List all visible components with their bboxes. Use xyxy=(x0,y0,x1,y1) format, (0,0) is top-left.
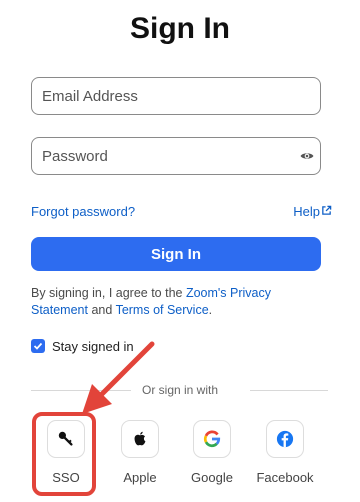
email-field[interactable] xyxy=(31,77,321,115)
apple-button[interactable]: Apple xyxy=(105,420,175,485)
facebook-icon xyxy=(276,430,294,448)
divider-right xyxy=(250,390,328,391)
google-icon xyxy=(203,430,221,448)
google-button[interactable]: Google xyxy=(177,420,247,485)
apple-icon-box[interactable] xyxy=(121,420,159,458)
google-icon-box[interactable] xyxy=(193,420,231,458)
sign-in-page: Sign In Forgot password? Help Sign In By… xyxy=(0,0,360,502)
stay-signed-in[interactable]: Stay signed in xyxy=(31,338,134,354)
forgot-password-link[interactable]: Forgot password? xyxy=(31,204,135,219)
checkmark-icon xyxy=(33,342,43,350)
apple-label: Apple xyxy=(123,470,157,485)
terms-of-service-link[interactable]: Terms of Service xyxy=(116,303,209,317)
terms-prefix: By signing in, I agree to the xyxy=(31,286,186,300)
apple-icon xyxy=(134,431,146,446)
terms-suffix: . xyxy=(208,303,213,317)
email-input[interactable] xyxy=(32,78,282,114)
sign-in-button[interactable]: Sign In xyxy=(31,237,321,271)
sso-highlight-box xyxy=(32,412,96,496)
terms-text: By signing in, I agree to the Zoom's Pri… xyxy=(31,285,326,319)
eye-icon[interactable] xyxy=(300,149,314,163)
stay-signed-in-checkbox[interactable] xyxy=(31,339,45,353)
page-title: Sign In xyxy=(130,12,230,45)
facebook-button[interactable]: Facebook xyxy=(250,420,320,485)
google-label: Google xyxy=(191,470,233,485)
facebook-icon-box[interactable] xyxy=(266,420,304,458)
help-link[interactable]: Help xyxy=(293,204,320,219)
password-field[interactable] xyxy=(31,137,321,175)
terms-middle: and xyxy=(87,303,116,317)
stay-signed-in-label: Stay signed in xyxy=(52,338,134,354)
facebook-label: Facebook xyxy=(256,470,314,485)
external-link-icon[interactable] xyxy=(321,205,332,216)
password-input[interactable] xyxy=(32,138,282,174)
